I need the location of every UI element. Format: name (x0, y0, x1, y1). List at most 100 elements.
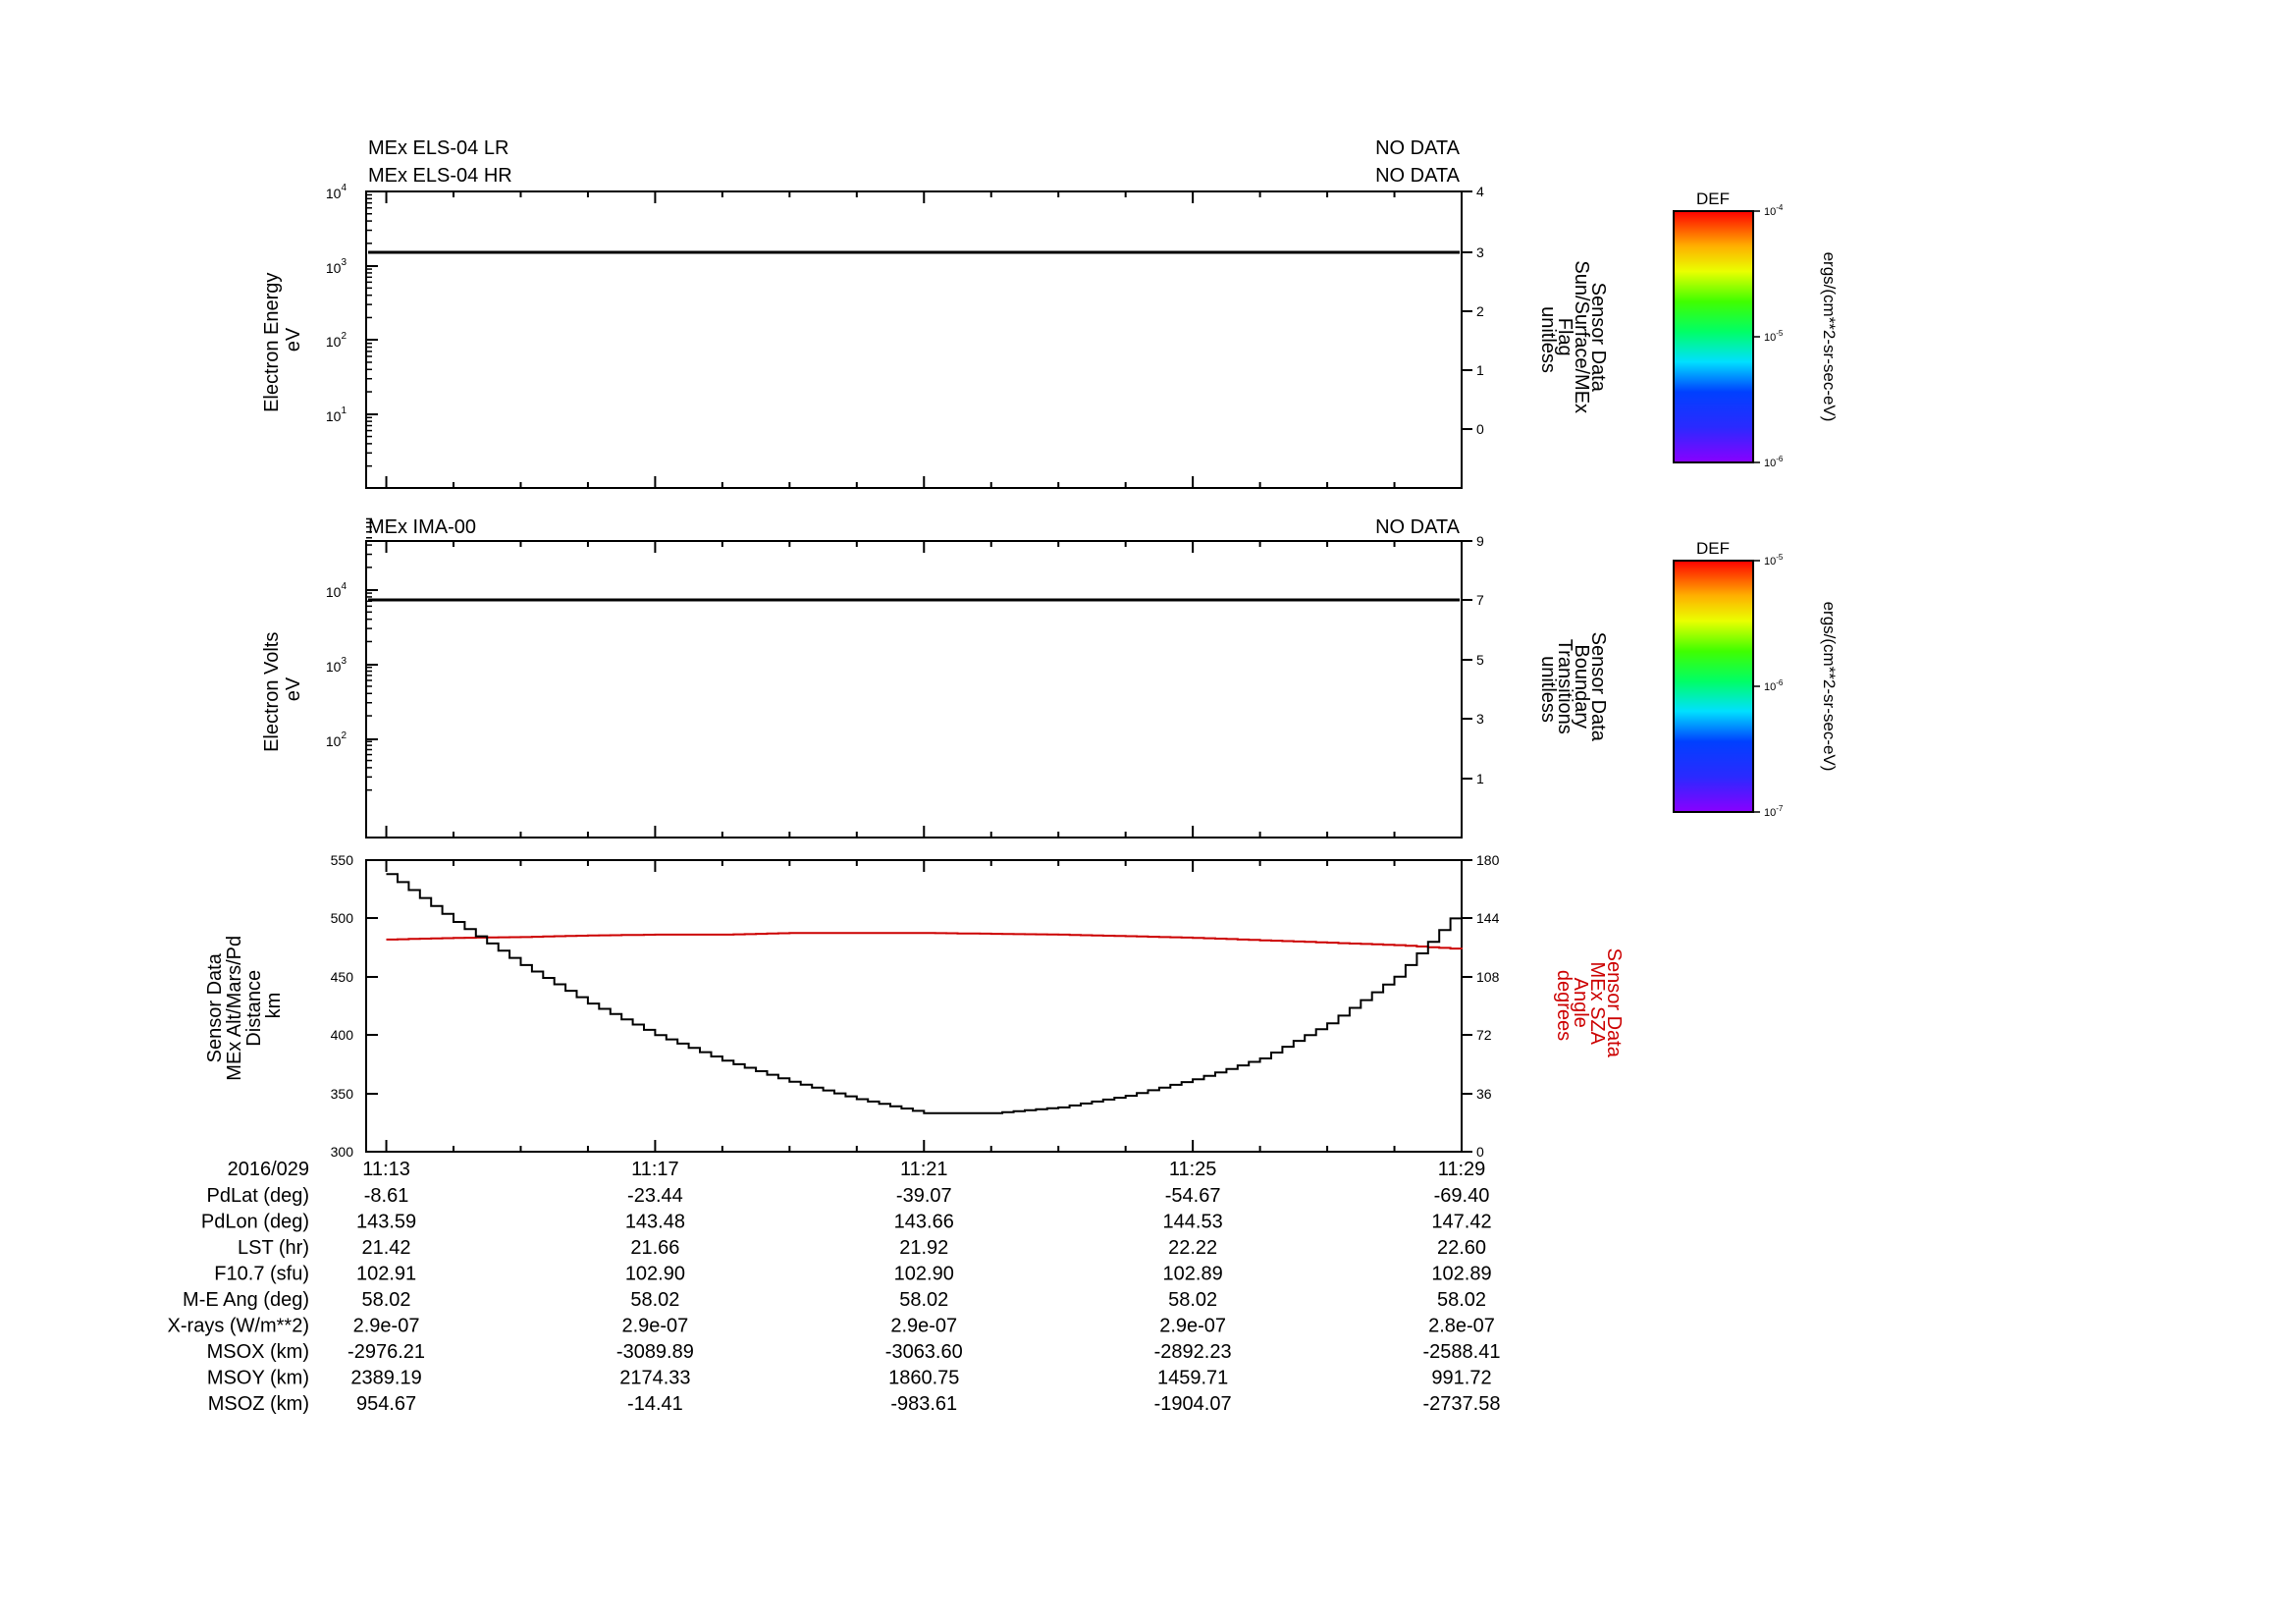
ephemeris-cell: 58.02 (1168, 1289, 1217, 1311)
ephemeris-cell: 1459.71 (1157, 1368, 1228, 1389)
ephemeris-row-label: X-rays (W/m**2) (168, 1316, 309, 1337)
ephemeris-date: 2016/029 (228, 1159, 309, 1180)
alt-left-tick-label: 450 (331, 969, 354, 985)
alt-left-tick-label: 300 (331, 1144, 354, 1160)
els-status-hr: NO DATA (1375, 165, 1461, 187)
ephemeris-cell: -8.61 (364, 1185, 409, 1207)
ephemeris-cell: 58.02 (630, 1289, 679, 1311)
els-label-hr: MEx ELS-04 HR (368, 165, 512, 187)
x-tick-label: 11:29 (1438, 1159, 1486, 1180)
ephemeris-cell: 22.22 (1168, 1237, 1217, 1259)
colorbar-2-units: ergs/(cm**2-sr-sec-eV) (1820, 602, 1839, 772)
ephemeris-cell: 102.90 (894, 1264, 954, 1285)
els-right-tick-label: 2 (1476, 303, 1484, 319)
colorbar-1: DEF 10-4 10-5 10-6 ergs/(cm**2-sr-sec-eV… (1673, 189, 1839, 469)
ephemeris-cell: 2.9e-07 (1159, 1316, 1226, 1337)
colorbar-1-units: ergs/(cm**2-sr-sec-eV) (1820, 252, 1839, 422)
ephemeris-table: 2016/029 11:13 11:17 11:21 11:25 11:29 PdLat … (168, 1159, 1501, 1415)
ephemeris-cell: 1860.75 (888, 1368, 959, 1389)
ima-right-tick-label: 1 (1476, 771, 1484, 786)
x-tick-label: 11:13 (362, 1159, 410, 1180)
x-tick-label: 11:17 (631, 1159, 679, 1180)
ephemeris-cell: 144.53 (1163, 1212, 1223, 1233)
ima-panel: MEx IMA-00 NO DATA 104 103 102 9 7 5 3 1 (261, 516, 1609, 839)
altitude-series-line (386, 873, 1463, 1114)
ephemeris-cell: -14.41 (627, 1393, 683, 1415)
ephemeris-cell: 2389.19 (350, 1368, 421, 1389)
x-tick-label: 11:21 (900, 1159, 948, 1180)
x-tick-label: 11:25 (1169, 1159, 1217, 1180)
els-right-tick-label: 4 (1476, 184, 1484, 199)
colorbar-2-scale (1673, 560, 1754, 813)
els-left-tick-label: 104 (326, 183, 347, 201)
ephemeris-cell: 2.9e-07 (890, 1316, 957, 1337)
alt-left-tick-label: 350 (331, 1086, 354, 1102)
ephemeris-cell: -1904.07 (1154, 1393, 1232, 1415)
els-status-lr: NO DATA (1375, 137, 1461, 159)
ephemeris-cell: -69.40 (1434, 1185, 1490, 1207)
alt-series-group (386, 873, 1463, 1114)
ephemeris-cell: -2737.58 (1423, 1393, 1501, 1415)
colorbar-2-tick-label: 10-5 (1764, 553, 1784, 568)
colorbar-2-title: DEF (1696, 539, 1730, 558)
ephemeris-cell: 991.72 (1431, 1368, 1491, 1389)
alt-right-tick-label: 180 (1476, 852, 1500, 868)
alt-y-axis-label: Sensor Data MEx Alt/Mars/Pd Distance km (204, 930, 285, 1080)
els-left-axis: 104 103 102 101 (326, 183, 378, 424)
alt-right-tick-label: 108 (1476, 969, 1500, 985)
ephemeris-cell: 22.60 (1437, 1237, 1486, 1259)
ima-status: NO DATA (1375, 516, 1461, 538)
ephemeris-cell: 2174.33 (619, 1368, 690, 1389)
ephemeris-cell: 954.67 (356, 1393, 416, 1415)
ephemeris-cell: 2.9e-07 (353, 1316, 420, 1337)
ima-plot-frame (365, 540, 1463, 839)
ephemeris-cell: 143.59 (356, 1212, 416, 1233)
alt-right-axis-label: Sensor Data MEx SZA Angle degrees (1553, 948, 1625, 1063)
ima-right-tick-label: 3 (1476, 711, 1484, 727)
ephemeris-cell: 102.89 (1163, 1264, 1223, 1285)
ephemeris-cell: 2.8e-07 (1428, 1316, 1495, 1337)
sza-series-line (386, 932, 1463, 950)
ephemeris-cell: 143.66 (894, 1212, 954, 1233)
alt-right-axis: 180 144 108 72 36 0 (1462, 852, 1500, 1160)
ephemeris-cell: 143.48 (625, 1212, 685, 1233)
ephemeris-cell: -54.67 (1165, 1185, 1221, 1207)
alt-right-tick-label: 36 (1476, 1086, 1492, 1102)
ima-y-axis-label: Electron Volts eV (261, 626, 304, 752)
ephemeris-cell: -2976.21 (347, 1341, 425, 1363)
els-plot-frame (365, 190, 1463, 489)
ima-left-tick-label: 103 (326, 656, 347, 675)
els-right-axis-label: Sensor Data Sun/Surface/MEx Flag unitles… (1537, 260, 1609, 418)
colorbar-1-title: DEF (1696, 189, 1730, 208)
colorbar-1-scale (1673, 210, 1754, 463)
colorbar-1-tick-label: 10-6 (1764, 455, 1784, 469)
figure-canvas: MEx ELS-04 LR MEx ELS-04 HR NO DATA NO D… (168, 137, 1839, 1415)
ephemeris-row-label: M-E Ang (deg) (183, 1289, 309, 1311)
ephemeris-row-label: MSOZ (km) (208, 1393, 309, 1415)
ima-right-axis-label: Sensor Data Boundary Transitions unitles… (1537, 632, 1609, 747)
els-panel: MEx ELS-04 LR MEx ELS-04 HR NO DATA NO D… (261, 137, 1609, 489)
alt-panel: 550 500 450 400 350 300 180 144 108 72 3… (204, 852, 1625, 1160)
alt-right-tick-label: 0 (1476, 1144, 1484, 1160)
els-left-tick-label: 101 (326, 406, 347, 424)
ima-left-tick-label: 102 (326, 730, 347, 749)
ephemeris-cell: 21.42 (362, 1237, 411, 1259)
ima-right-axis: 9 7 5 3 1 (1462, 533, 1484, 786)
ephemeris-cell: -23.44 (627, 1185, 683, 1207)
els-right-tick-label: 0 (1476, 421, 1484, 437)
els-right-tick-label: 3 (1476, 244, 1484, 260)
ephemeris-cell: 58.02 (362, 1289, 411, 1311)
alt-left-tick-label: 400 (331, 1027, 354, 1043)
els-y-axis-label: Electron Energy eV (261, 267, 304, 412)
alt-left-axis: 550 500 450 400 350 300 (331, 852, 378, 1160)
els-label-lr: MEx ELS-04 LR (368, 137, 508, 159)
colorbar-1-tick-label: 10-5 (1764, 329, 1784, 344)
alt-left-tick-label: 550 (331, 852, 354, 868)
els-right-tick-label: 1 (1476, 362, 1484, 378)
ima-x-ticks (385, 541, 1463, 838)
ima-label: MEx IMA-00 (368, 516, 476, 538)
ephemeris-cell: 102.90 (625, 1264, 685, 1285)
ima-right-tick-label: 7 (1476, 592, 1484, 608)
ephemeris-cell: 21.66 (630, 1237, 679, 1259)
alt-right-tick-label: 144 (1476, 910, 1500, 926)
